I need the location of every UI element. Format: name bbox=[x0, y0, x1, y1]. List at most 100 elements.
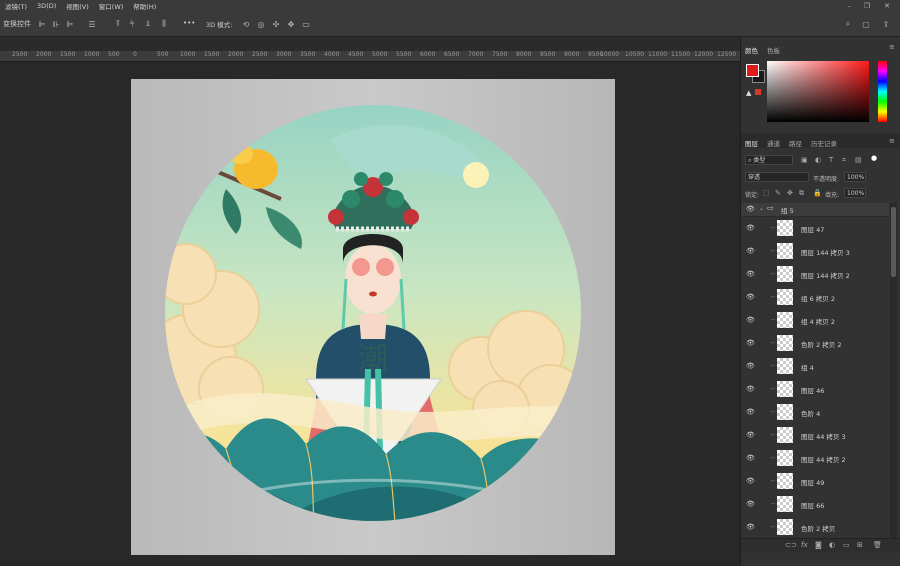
menu-3d[interactable]: 3D(D) bbox=[32, 2, 61, 10]
3d-slide-icon[interactable]: ✥ bbox=[285, 18, 297, 30]
layer-filter-select[interactable]: ⌕ 类型 bbox=[745, 155, 793, 165]
visibility-eye-icon[interactable]: 👁 bbox=[746, 270, 755, 278]
visibility-eye-icon[interactable]: 👁 bbox=[746, 362, 755, 370]
layer-row[interactable]: 👁 ⌐ 图层 144 拷贝 3 bbox=[741, 240, 889, 264]
align-center-icon[interactable]: ⊪ bbox=[50, 18, 62, 30]
distribute-icon[interactable]: ☰ bbox=[86, 18, 98, 30]
transform-controls-label[interactable]: 变换控件 bbox=[3, 19, 31, 29]
layer-name[interactable]: 图层 66 bbox=[801, 500, 824, 510]
link-icon[interactable]: ⊂⊃ bbox=[785, 541, 797, 549]
fill-field[interactable]: 100% bbox=[844, 188, 866, 198]
blend-mode-select[interactable]: 穿透 bbox=[745, 172, 809, 182]
tab-swatches[interactable]: 色板 bbox=[767, 45, 780, 55]
workspace-icon[interactable]: ▢ bbox=[860, 18, 872, 30]
menu-view[interactable]: 视图(V) bbox=[61, 1, 94, 11]
tab-channels[interactable]: 通道 bbox=[767, 138, 780, 148]
share-icon[interactable]: ⇪ bbox=[880, 18, 892, 30]
layer-row[interactable]: 👁 ⌐ 图层 44 拷贝 2 bbox=[741, 447, 889, 471]
3d-camera-icon[interactable]: ▭ bbox=[300, 18, 312, 30]
layer-name[interactable]: 图层 44 拷贝 3 bbox=[801, 431, 846, 441]
foreground-color-swatch[interactable] bbox=[746, 64, 759, 77]
visibility-eye-icon[interactable]: 👁 bbox=[746, 408, 755, 416]
filter-smart-icon[interactable]: ▤ bbox=[855, 156, 862, 164]
search-icon[interactable]: ⌕ bbox=[842, 18, 854, 30]
layer-row[interactable]: 👁 ⌐ 图层 66 bbox=[741, 493, 889, 517]
visibility-eye-icon[interactable]: 👁 bbox=[746, 431, 755, 439]
layer-name[interactable]: 图层 144 拷贝 3 bbox=[801, 247, 850, 257]
tab-layers[interactable]: 图层 bbox=[745, 138, 758, 148]
lock-all-icon[interactable]: 🔒 bbox=[813, 189, 822, 197]
menu-window[interactable]: 窗口(W) bbox=[94, 1, 129, 11]
3d-pan-icon[interactable]: ✣ bbox=[270, 18, 282, 30]
lock-artboard-icon[interactable]: ⧉ bbox=[799, 189, 804, 198]
visibility-eye-icon[interactable]: 👁 bbox=[746, 339, 755, 347]
layer-name[interactable]: 组 4 bbox=[801, 362, 814, 372]
visibility-eye-icon[interactable]: 👁 bbox=[746, 454, 755, 462]
panel-menu-icon[interactable]: ≡ bbox=[889, 43, 895, 51]
layer-row[interactable]: 👁 ⌐ 组 6 拷贝 2 bbox=[741, 286, 889, 310]
visibility-eye-icon[interactable]: 👁 bbox=[746, 316, 755, 324]
layer-row[interactable]: 👁 ⌐ 组 4 bbox=[741, 355, 889, 379]
3d-roll-icon[interactable]: ◎ bbox=[255, 18, 267, 30]
layer-row[interactable]: 👁 ⌐ 图层 46 bbox=[741, 378, 889, 402]
filter-toggle-icon[interactable]: ● bbox=[871, 154, 877, 162]
trash-icon[interactable]: 🗑 bbox=[873, 541, 882, 549]
restore-icon[interactable]: ❐ bbox=[858, 0, 876, 12]
align-right-icon[interactable]: ⊫ bbox=[64, 18, 76, 30]
layer-name[interactable]: 组 4 拷贝 2 bbox=[801, 316, 835, 326]
distribute-v-icon[interactable]: ⫼ bbox=[158, 18, 170, 30]
layers-scrollbar[interactable] bbox=[890, 203, 897, 538]
visibility-eye-icon[interactable]: 👁 bbox=[746, 205, 755, 213]
filter-adjustment-icon[interactable]: ◐ bbox=[815, 156, 821, 164]
layer-row[interactable]: 👁 ⌐ 组 4 拷贝 2 bbox=[741, 309, 889, 333]
layer-row[interactable]: 👁 ⌐ 色阶 2 拷贝 bbox=[741, 516, 889, 538]
visibility-eye-icon[interactable]: 👁 bbox=[746, 224, 755, 232]
tab-color[interactable]: 颜色 bbox=[745, 45, 758, 55]
folder-icon[interactable]: ▭ bbox=[843, 541, 850, 549]
visibility-eye-icon[interactable]: 👁 bbox=[746, 247, 755, 255]
gamut-swatch[interactable] bbox=[755, 89, 761, 95]
menu-filter[interactable]: 滤镜(T) bbox=[0, 1, 32, 11]
scrollbar-thumb[interactable] bbox=[891, 207, 896, 277]
layer-name[interactable]: 图层 47 bbox=[801, 224, 824, 234]
layer-name[interactable]: 色阶 2 拷贝 bbox=[801, 523, 835, 533]
lock-move-icon[interactable]: ✥ bbox=[787, 189, 793, 197]
opacity-field[interactable]: 100% bbox=[844, 172, 866, 182]
tab-paths[interactable]: 路径 bbox=[789, 138, 802, 148]
more-options-icon[interactable]: ••• bbox=[183, 19, 195, 27]
tab-history[interactable]: 历史记录 bbox=[811, 138, 837, 148]
fx-icon[interactable]: fx bbox=[801, 541, 808, 549]
color-field[interactable] bbox=[767, 61, 869, 122]
close-icon[interactable]: ✕ bbox=[878, 0, 896, 12]
lock-pixels-icon[interactable]: ⬚ bbox=[763, 189, 770, 197]
layer-name[interactable]: 图层 44 拷贝 2 bbox=[801, 454, 846, 464]
visibility-eye-icon[interactable]: 👁 bbox=[746, 477, 755, 485]
align-top-icon[interactable]: ⫪ bbox=[112, 18, 124, 30]
layers-menu-icon[interactable]: ≡ bbox=[889, 137, 895, 145]
layer-name[interactable]: 色阶 2 拷贝 2 bbox=[801, 339, 841, 349]
layer-group-row[interactable]: 👁 ⌄ ▭ 组 5 bbox=[741, 203, 889, 217]
layer-name[interactable]: 图层 49 bbox=[801, 477, 824, 487]
layer-name[interactable]: 组 6 拷贝 2 bbox=[801, 293, 835, 303]
layer-name[interactable]: 图层 46 bbox=[801, 385, 824, 395]
visibility-eye-icon[interactable]: 👁 bbox=[746, 385, 755, 393]
align-bottom-icon[interactable]: ⫫ bbox=[142, 18, 154, 30]
align-middle-icon[interactable]: ⫩ bbox=[126, 18, 138, 30]
adjustment-icon[interactable]: ◐ bbox=[829, 541, 835, 549]
lock-paint-icon[interactable]: ✎ bbox=[775, 189, 781, 197]
visibility-eye-icon[interactable]: 👁 bbox=[746, 293, 755, 301]
new-layer-icon[interactable]: ⊞ bbox=[857, 541, 863, 549]
layer-row[interactable]: 👁 ⌐ 图层 47 bbox=[741, 217, 889, 241]
layer-row[interactable]: 👁 ⌐ 图层 144 拷贝 2 bbox=[741, 263, 889, 287]
minimize-icon[interactable]: – bbox=[840, 0, 858, 12]
align-left-icon[interactable]: ⊫ bbox=[36, 18, 48, 30]
visibility-eye-icon[interactable]: 👁 bbox=[746, 523, 755, 531]
layer-name[interactable]: 图层 144 拷贝 2 bbox=[801, 270, 850, 280]
filter-shape-icon[interactable]: ⌗ bbox=[842, 156, 846, 165]
mask-icon[interactable]: ◙ bbox=[815, 541, 822, 549]
visibility-eye-icon[interactable]: 👁 bbox=[746, 500, 755, 508]
3d-orbit-icon[interactable]: ⟲ bbox=[240, 18, 252, 30]
filter-type-icon[interactable]: T bbox=[829, 156, 833, 164]
hue-slider[interactable] bbox=[878, 61, 887, 122]
chevron-down-icon[interactable]: ⌄ bbox=[759, 205, 764, 212]
